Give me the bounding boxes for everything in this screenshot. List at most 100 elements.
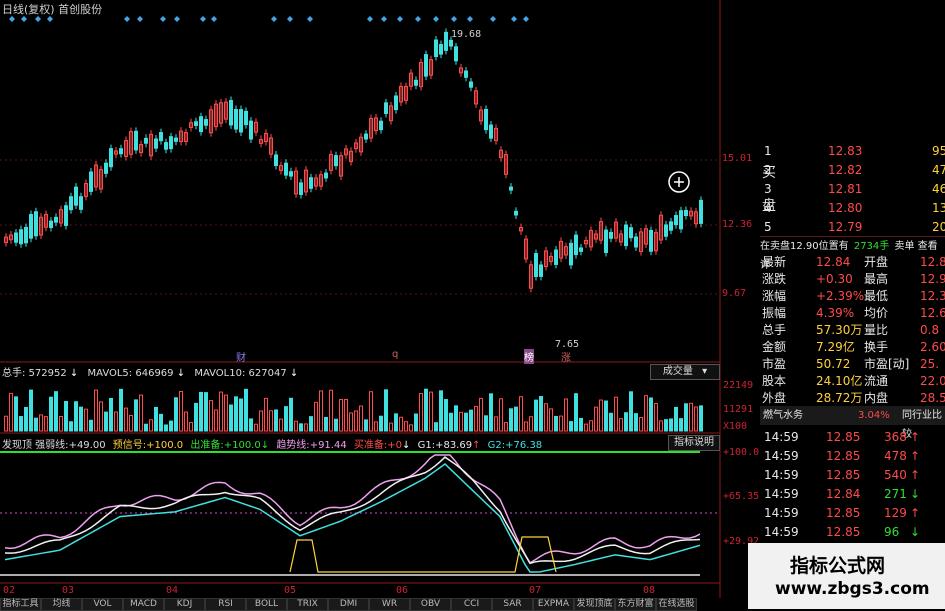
event-marker[interactable]: 榜	[524, 349, 534, 364]
volume-bar	[164, 424, 168, 432]
signal-diamonds	[9, 16, 529, 22]
tick-volume: 368	[884, 430, 907, 444]
indicator-tab[interactable]: KDJ	[164, 598, 205, 611]
signal-diamond	[137, 16, 143, 22]
volume-bar	[344, 398, 348, 432]
tick-volume: 271	[884, 487, 907, 501]
candle-body	[574, 234, 578, 256]
order-book-row[interactable]: 4 12.80 139	[760, 199, 945, 218]
candle-body	[229, 100, 233, 126]
indicator-trend: +91.44	[309, 440, 347, 451]
volume-bar	[64, 400, 68, 432]
signal-diamond	[397, 16, 403, 22]
candle-body	[629, 227, 633, 239]
quote-row: 最新 12.84 开盘 12.8	[760, 254, 945, 271]
volume-bar	[664, 419, 668, 432]
chart-canvas[interactable]	[0, 0, 760, 598]
volume-bar	[49, 396, 53, 432]
candle-body	[69, 196, 73, 211]
indicator-tab[interactable]: RSI	[205, 598, 246, 611]
volume-type-dropdown[interactable]: 成交量 ▾	[650, 364, 720, 380]
indicator-tab[interactable]: 均线	[41, 598, 82, 611]
volume-bar	[439, 390, 443, 432]
volume-bar	[124, 407, 128, 432]
candle-body	[74, 186, 78, 206]
order-book-row[interactable]: 1 12.83 95	[760, 142, 945, 161]
volume-bar	[684, 403, 688, 432]
volume-bar	[254, 423, 258, 432]
indicator-buy: +0	[387, 440, 403, 451]
signal-diamond	[511, 16, 517, 22]
indicator-tab[interactable]: SAR	[492, 598, 533, 611]
quote-label-2: 量比	[864, 323, 889, 337]
indicator-tab[interactable]: EXPMA	[533, 598, 574, 611]
indicator-tab[interactable]: DMI	[328, 598, 369, 611]
candle-body	[554, 249, 558, 265]
indicator-tab[interactable]: OBV	[410, 598, 451, 611]
volume-bar	[459, 411, 463, 432]
volume-bar	[99, 401, 103, 432]
order-level: 3	[764, 182, 772, 196]
indicator-tab[interactable]: 发现顶底	[574, 598, 615, 611]
volume-bar	[614, 396, 618, 432]
indicator-tab[interactable]: TRIX	[287, 598, 328, 611]
volume-bar	[194, 402, 198, 432]
x-axis-label: 03	[62, 585, 75, 596]
volume-bar	[654, 403, 658, 432]
industry-row[interactable]: 燃气水务 3.04% 同行业比较	[760, 406, 945, 440]
volume-bar	[234, 396, 238, 432]
indicator-tab[interactable]: 指标工具	[0, 598, 41, 611]
order-book-row[interactable]: 2 12.82 47	[760, 161, 945, 180]
volume-type-label: 成交量	[662, 366, 693, 377]
indicator-tab[interactable]: WR	[369, 598, 410, 611]
tick-time: 14:59	[764, 506, 799, 520]
indicator-tab[interactable]: 东方财富	[615, 598, 656, 611]
volume-bar	[629, 391, 633, 432]
quote-row: 振幅 4.39% 均价 12.6	[760, 305, 945, 322]
indicator-tab[interactable]: CCI	[451, 598, 492, 611]
quote-value-2: 12.6	[920, 306, 945, 320]
signal-diamond	[211, 16, 217, 22]
price-axis-label: 9.67	[722, 288, 747, 299]
indicator-tab[interactable]: BOLL	[246, 598, 287, 611]
indicator-tab[interactable]: MACD	[123, 598, 164, 611]
indicator-line-cyan	[4, 463, 701, 573]
tick-row: 14:59 12.85 129 ↑	[760, 504, 945, 523]
industry-name: 燃气水务	[763, 410, 803, 421]
candle-body	[49, 220, 53, 228]
candle-body	[199, 116, 203, 133]
order-volume: 95	[932, 144, 945, 158]
order-info-line[interactable]: 在卖盘12.90位置有 2734手 卖单 查看详	[760, 236, 945, 271]
tick-volume: 540	[884, 468, 907, 482]
volume-bar	[674, 406, 678, 432]
volume-bar	[174, 397, 178, 432]
quote-value-2: 0.8	[920, 323, 940, 337]
event-marker[interactable]: q	[392, 349, 398, 360]
volume-total: 总手: 572952	[2, 368, 67, 379]
signal-diamond	[523, 16, 529, 22]
volume-bar	[404, 421, 408, 432]
order-volume: 139	[932, 201, 945, 215]
indicator-out-label: 出准备:	[190, 440, 224, 451]
watermark-title: 指标公式网	[790, 555, 886, 577]
volume-bar	[119, 388, 123, 432]
volume-bar	[509, 408, 513, 432]
chevron-down-icon: ▾	[702, 366, 708, 377]
indicator-help-button[interactable]: 指标说明	[668, 435, 720, 451]
volume-bar	[224, 394, 228, 432]
event-marker[interactable]: 财	[236, 349, 246, 364]
volume-bar	[294, 420, 298, 432]
order-book-row[interactable]: 5 12.79 201	[760, 218, 945, 237]
candle-body	[244, 110, 248, 126]
industry-pct: 3.04%	[858, 410, 890, 421]
volume-bar	[59, 416, 63, 432]
candle-body	[604, 229, 608, 254]
indicator-tab[interactable]: 在线选股	[656, 598, 697, 611]
volume-bar	[69, 421, 73, 432]
indicator-tab[interactable]: VOL	[82, 598, 123, 611]
volume-bar	[384, 389, 388, 432]
volume-bar	[54, 391, 58, 432]
event-marker[interactable]: 涨	[561, 349, 571, 364]
volume-bar	[469, 409, 473, 432]
order-book-row[interactable]: 3 12.81 46	[760, 180, 945, 199]
